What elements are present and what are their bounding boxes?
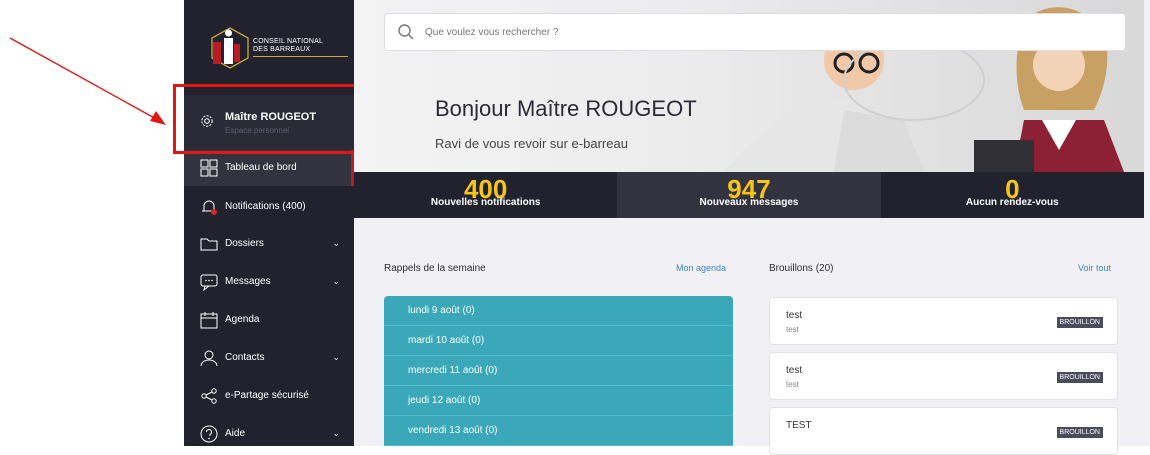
draft-title: test xyxy=(786,310,803,321)
reminder-day[interactable]: lundi 9 août (0) xyxy=(384,296,733,326)
help-icon xyxy=(200,425,218,443)
bell-icon xyxy=(202,200,217,215)
welcome-subtitle: Ravi de vous revoir sur e-barreau xyxy=(435,136,628,151)
logo-line-1: CONSEIL NATIONAL xyxy=(253,38,324,45)
message-icon xyxy=(200,274,218,291)
sidebar-item-e-partage[interactable]: e-Partage sécurisé xyxy=(184,378,354,414)
user-icon xyxy=(200,350,218,367)
sidebar-item-aide[interactable]: Aide ⌄ xyxy=(184,416,354,452)
welcome-title: Bonjour Maître ROUGEOT xyxy=(435,96,697,121)
stat-label: Aucun rendez-vous xyxy=(965,197,1059,208)
logo-line-2: DES BARREAUX xyxy=(253,46,311,53)
draft-title: test xyxy=(786,365,803,376)
sidebar-item-label: e-Partage sécurisé xyxy=(225,390,309,401)
logo[interactable]: CONSEIL NATIONAL DES BARREAUX xyxy=(210,26,348,70)
draft-card[interactable]: test test BROUILLON xyxy=(769,297,1118,345)
sidebar-item-messages[interactable]: Messages ⌄ xyxy=(184,264,354,300)
calendar-icon xyxy=(200,312,218,329)
stat-label: Nouvelles notifications xyxy=(430,197,541,208)
draft-badge: BROUILLON xyxy=(1056,317,1103,328)
annotation-arrow xyxy=(9,37,166,125)
main-content: Bonjour Maître ROUGEOT Ravi de vous revo… xyxy=(354,0,1150,455)
reminders-list: lundi 9 août (0) mardi 10 août (0) mercr… xyxy=(384,296,733,446)
agenda-link[interactable]: Mon agenda xyxy=(676,263,726,273)
draft-card[interactable]: test test BROUILLON xyxy=(769,352,1118,400)
sidebar-item-label: Messages xyxy=(225,276,271,287)
reminder-day[interactable]: mercredi 11 août (0) xyxy=(384,356,733,386)
stat-messages[interactable]: 947 Nouveaux messages xyxy=(617,172,881,218)
dashboard-icon xyxy=(200,159,218,177)
stat-label: Nouveaux messages xyxy=(699,197,799,208)
sidebar-item-contacts[interactable]: Contacts ⌄ xyxy=(184,340,354,376)
folder-icon xyxy=(200,238,218,251)
sidebar-item-dossiers[interactable]: Dossiers ⌄ xyxy=(184,226,354,262)
reminder-day[interactable]: mardi 10 août (0) xyxy=(384,326,733,356)
sidebar-item-label: Notifications (400) xyxy=(225,201,306,212)
reminder-day[interactable]: jeudi 12 août (0) xyxy=(384,386,733,416)
search-bar[interactable] xyxy=(384,13,1126,51)
drafts-title: Brouillons (20) xyxy=(769,263,834,274)
sidebar: CONSEIL NATIONAL DES BARREAUX Maître ROU… xyxy=(184,0,354,446)
draft-subtitle: test xyxy=(786,380,799,389)
search-input[interactable] xyxy=(423,22,1027,42)
sidebar-item-label: Contacts xyxy=(225,352,265,363)
reminders-title: Rappels de la semaine xyxy=(384,263,486,274)
chevron-down-icon[interactable]: ⌄ xyxy=(332,276,340,287)
drafts-see-all-link[interactable]: Voir tout xyxy=(1078,263,1111,273)
draft-badge: BROUILLON xyxy=(1056,372,1103,383)
annotation-highlight-box xyxy=(173,84,363,154)
draft-badge: BROUILLON xyxy=(1056,427,1103,438)
draft-subtitle: test xyxy=(786,325,799,334)
sidebar-item-label: Tableau de bord xyxy=(225,162,297,173)
draft-card[interactable]: TEST BROUILLON xyxy=(769,407,1118,455)
chevron-down-icon[interactable]: ⌄ xyxy=(332,428,340,439)
stat-appointments[interactable]: 0 Aucun rendez-vous xyxy=(880,172,1144,218)
sidebar-item-agenda[interactable]: Agenda xyxy=(184,302,354,338)
sidebar-item-label: Dossiers xyxy=(225,238,264,249)
logo-icon xyxy=(211,27,249,69)
share-icon xyxy=(201,388,217,404)
logo-text: CONSEIL NATIONAL DES BARREAUX xyxy=(253,38,323,54)
chevron-down-icon[interactable]: ⌄ xyxy=(332,238,340,249)
sidebar-item-dashboard[interactable]: Tableau de bord xyxy=(184,150,354,186)
chevron-down-icon[interactable]: ⌄ xyxy=(332,352,340,363)
search-icon xyxy=(398,24,414,40)
stat-notifications[interactable]: 400 Nouvelles notifications xyxy=(354,172,618,218)
reminder-day[interactable]: vendredi 13 août (0) xyxy=(384,416,733,446)
logo-underline xyxy=(253,56,348,57)
draft-title: TEST xyxy=(786,420,812,431)
sidebar-item-label: Aide xyxy=(225,428,246,439)
sidebar-item-label: Agenda xyxy=(225,314,260,325)
sidebar-item-notifications[interactable]: Notifications (400) xyxy=(184,189,354,225)
stats-bar: 400 Nouvelles notifications 947 Nouveaux… xyxy=(354,172,1144,218)
